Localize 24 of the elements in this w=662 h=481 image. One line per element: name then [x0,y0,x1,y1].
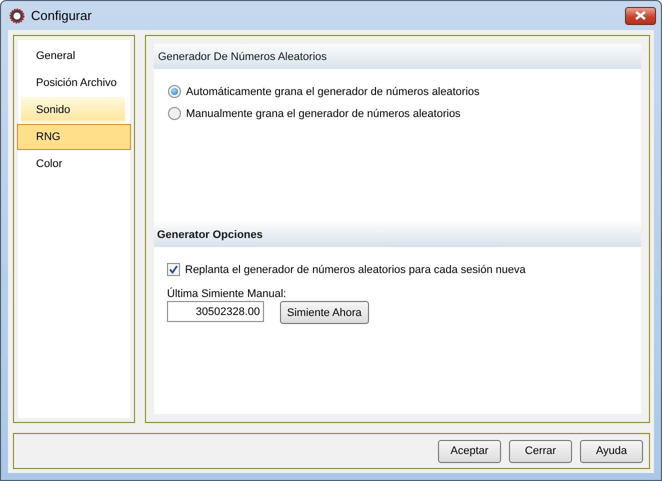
sidebar-item[interactable]: General [21,43,125,69]
sidebar-item[interactable]: RNG [17,124,131,150]
section-header: Generador De Números Aleatorios [154,44,641,69]
check-icon [169,265,178,274]
window-title: Configurar [31,8,93,23]
seed-now-button[interactable]: Simiente Ahora [280,301,369,324]
sidebar-item[interactable]: Posición Archivo [21,70,125,96]
dialog-button[interactable]: Cerrar [509,440,572,462]
sidebar-item[interactable]: Color [21,151,125,177]
field-label: Última Simiente Manual: [167,288,288,300]
seed-field[interactable]: 30502328.00 [167,301,264,322]
radio-button[interactable] [168,107,181,120]
dialog-button[interactable]: Aceptar [438,440,501,462]
checkbox[interactable] [167,263,180,276]
close-icon [635,11,646,20]
radio-label: Manualmente grana el generador de números aleatorios [186,108,461,120]
dialog-button[interactable]: Ayuda [580,440,643,462]
checkbox-label: Replanta el generador de números aleatorios para cada sesión nueva [185,264,526,276]
radio-label: Automáticamente grana el generador de números aleatorios [186,86,480,98]
section-header: Generator Opciones [154,222,641,247]
radio-button[interactable] [168,85,181,98]
app-icon [9,8,25,24]
sidebar-item[interactable]: Sonido [21,97,125,123]
close-button[interactable] [625,6,656,24]
